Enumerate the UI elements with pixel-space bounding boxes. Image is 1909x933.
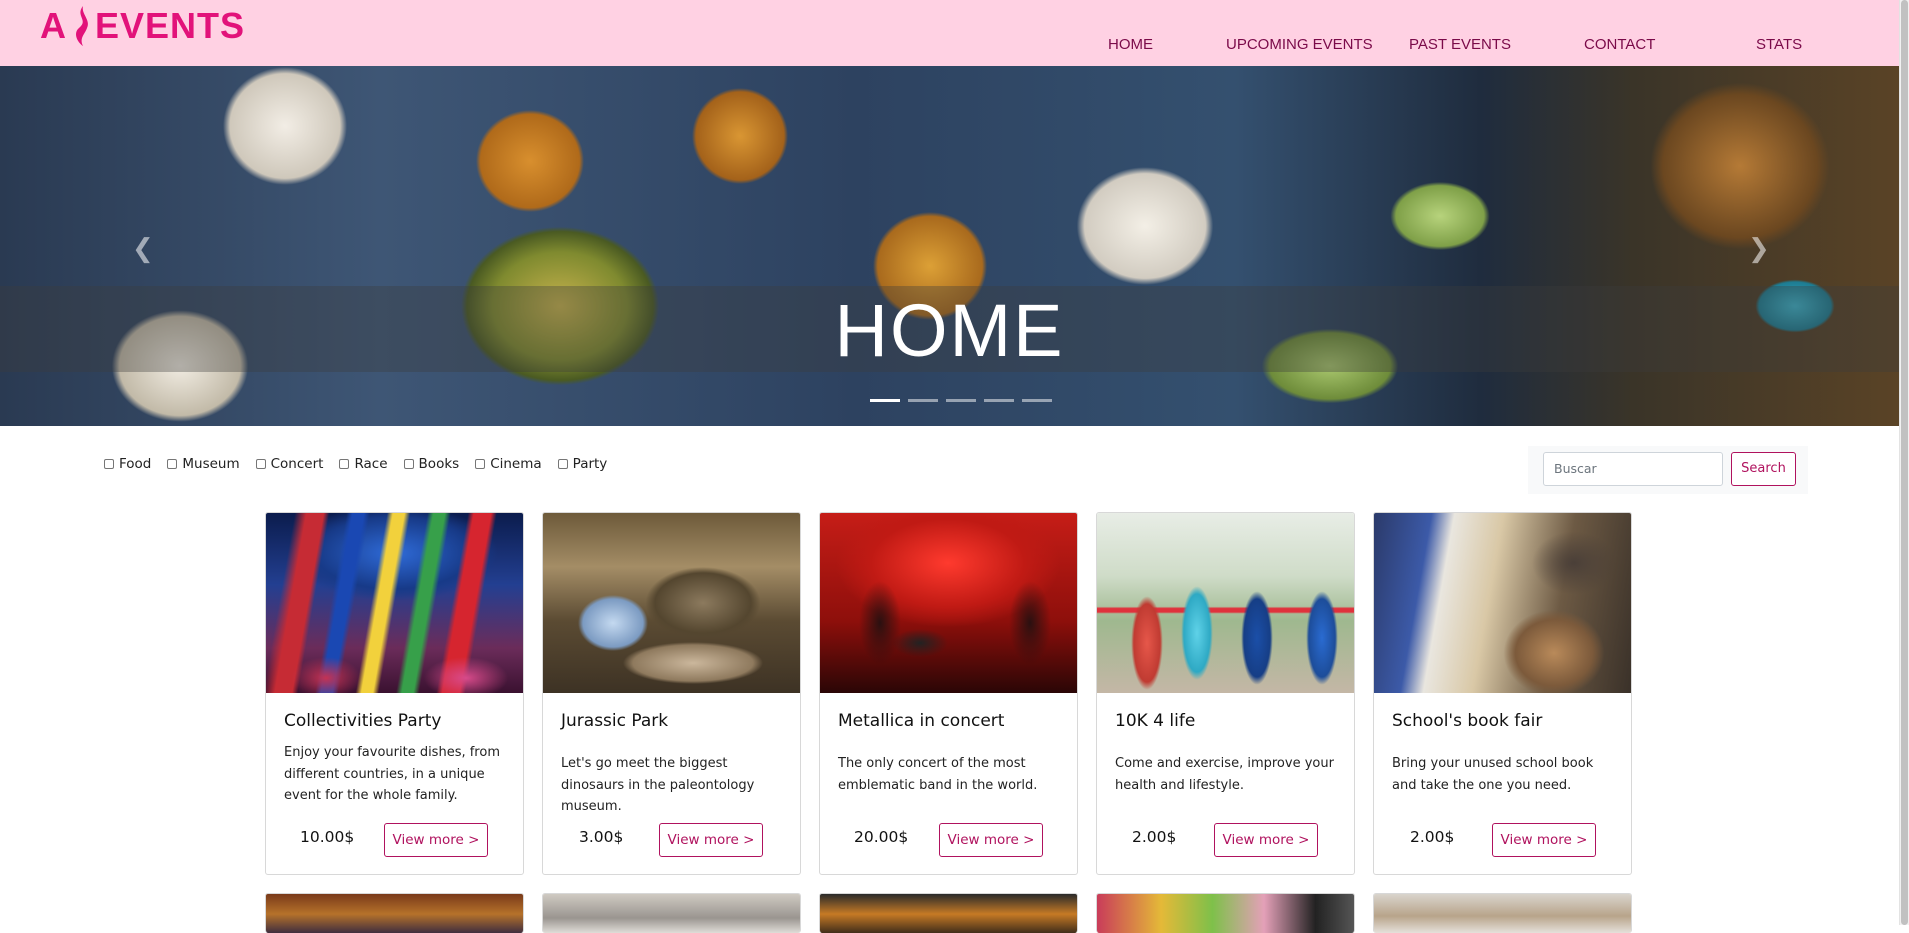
event-description: The only concert of the most emblematic … xyxy=(838,756,1038,793)
event-description: Bring your unused school book and take t… xyxy=(1392,756,1594,793)
checkbox[interactable] xyxy=(167,459,178,469)
category-filters: Food Museum Concert Race Books Cinema Pa… xyxy=(104,456,623,472)
carousel-indicators xyxy=(870,399,1052,402)
event-title: Metallica in concert xyxy=(838,711,1005,731)
filter-label: Party xyxy=(572,456,608,472)
carousel-indicator[interactable] xyxy=(908,399,938,402)
chevron-right-icon[interactable]: ❯ xyxy=(1748,234,1770,264)
view-more-button[interactable]: View more > xyxy=(1492,823,1596,857)
event-image xyxy=(1097,513,1354,693)
event-price: 3.00$ xyxy=(579,828,624,846)
event-description: Come and exercise, improve your health a… xyxy=(1115,756,1334,793)
event-card: 10K 4 life Come and exercise, improve yo… xyxy=(1096,512,1355,875)
hero-title: HOME xyxy=(834,289,1065,372)
event-description: Let's go meet the biggest dinosaurs in t… xyxy=(561,756,755,814)
event-image xyxy=(820,513,1077,693)
event-image xyxy=(1097,894,1354,933)
filter-cinema[interactable]: Cinema xyxy=(475,456,542,472)
filter-label: Museum xyxy=(182,456,240,472)
event-card xyxy=(819,893,1078,933)
checkbox[interactable] xyxy=(557,459,568,469)
logo-text-events: EVENTS xyxy=(95,5,246,46)
nav-contact[interactable]: CONTACT xyxy=(1584,36,1655,53)
hero-carousel: HOME ❮ ❯ xyxy=(0,66,1899,426)
filter-label: Concert xyxy=(270,456,324,472)
filter-museum[interactable]: Museum xyxy=(167,456,240,472)
filter-concert[interactable]: Concert xyxy=(255,456,324,472)
search-form: Buscar Search xyxy=(1528,446,1808,494)
event-card: Jurassic Park Let's go meet the biggest … xyxy=(542,512,801,875)
event-image xyxy=(1374,513,1631,693)
event-title: School's book fair xyxy=(1392,711,1543,731)
checkbox[interactable] xyxy=(403,459,414,469)
filter-label: Food xyxy=(119,456,152,472)
filter-label: Race xyxy=(354,456,388,472)
event-title: Jurassic Park xyxy=(561,711,669,731)
filter-party[interactable]: Party xyxy=(557,456,608,472)
event-image xyxy=(820,894,1077,933)
checkbox[interactable] xyxy=(475,459,486,469)
event-price: 20.00$ xyxy=(854,828,909,846)
nav-past-events[interactable]: PAST EVENTS xyxy=(1409,36,1511,53)
checkbox[interactable] xyxy=(104,459,114,469)
event-image xyxy=(1374,894,1631,933)
event-price: 10.00$ xyxy=(300,828,355,846)
search-button[interactable]: Search xyxy=(1731,452,1796,486)
event-description: Enjoy your favourite dishes, from differ… xyxy=(284,745,500,803)
nav-home[interactable]: HOME xyxy=(1108,36,1153,53)
carousel-indicator[interactable] xyxy=(1022,399,1052,402)
nav-stats[interactable]: STATS xyxy=(1756,36,1802,53)
filter-label: Books xyxy=(418,456,460,472)
navbar: A EVENTS HOME UPCOMING EVENTS PAST EVENT… xyxy=(0,0,1899,66)
event-card xyxy=(1373,893,1632,933)
filter-books[interactable]: Books xyxy=(403,456,460,472)
checkbox[interactable] xyxy=(339,459,350,469)
view-more-button[interactable]: View more > xyxy=(1214,823,1318,857)
nav-upcoming-events[interactable]: UPCOMING EVENTS xyxy=(1226,36,1373,53)
scrollbar-thumb[interactable] xyxy=(1901,0,1908,925)
filter-label: Cinema xyxy=(490,456,542,472)
carousel-indicator[interactable] xyxy=(870,399,900,402)
flame-icon xyxy=(76,6,88,46)
carousel-indicator[interactable] xyxy=(984,399,1014,402)
event-price: 2.00$ xyxy=(1410,828,1455,846)
event-image xyxy=(266,894,523,933)
filter-race[interactable]: Race xyxy=(339,456,388,472)
event-image xyxy=(543,894,800,933)
event-card: Metallica in concert The only concert of… xyxy=(819,512,1078,875)
event-image xyxy=(266,513,523,693)
event-card xyxy=(1096,893,1355,933)
event-card: Collectivities Party Enjoy your favourit… xyxy=(265,512,524,875)
brand-logo[interactable]: A EVENTS xyxy=(40,4,245,48)
event-image xyxy=(543,513,800,693)
view-more-button[interactable]: View more > xyxy=(939,823,1043,857)
event-title: Collectivities Party xyxy=(284,711,442,731)
carousel-indicator[interactable] xyxy=(946,399,976,402)
page-scrollbar[interactable] xyxy=(1899,0,1909,925)
event-card: School's book fair Bring your unused sch… xyxy=(1373,512,1632,875)
search-input[interactable]: Buscar xyxy=(1543,452,1723,486)
filter-food[interactable]: Food xyxy=(104,456,151,472)
logo-text-a: A xyxy=(40,5,67,46)
checkbox[interactable] xyxy=(255,459,266,469)
event-card xyxy=(265,893,524,933)
chevron-left-icon[interactable]: ❮ xyxy=(132,234,154,264)
event-price: 2.00$ xyxy=(1132,828,1177,846)
event-title: 10K 4 life xyxy=(1115,711,1196,731)
view-more-button[interactable]: View more > xyxy=(659,823,763,857)
view-more-button[interactable]: View more > xyxy=(384,823,488,857)
event-card xyxy=(542,893,801,933)
